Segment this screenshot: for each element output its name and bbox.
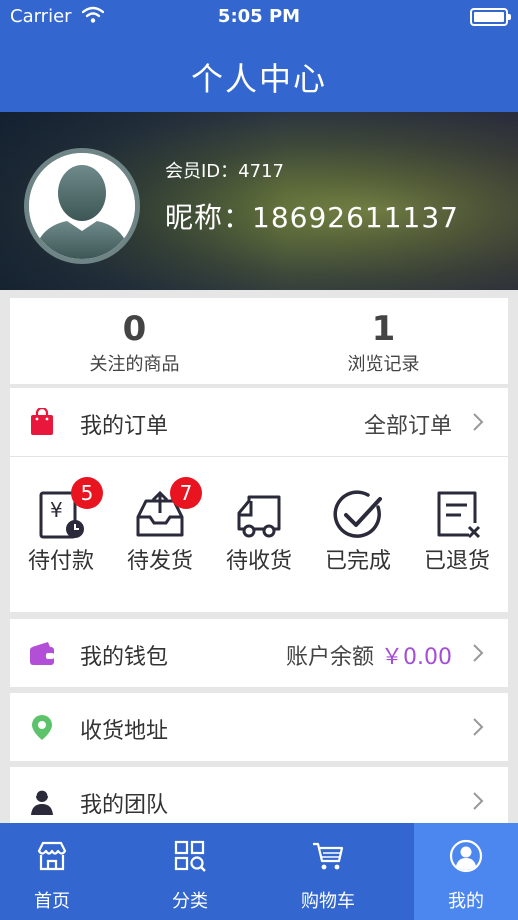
svg-text:¥: ¥	[50, 498, 63, 522]
badge-count: 5	[71, 477, 103, 509]
order-pending-receipt[interactable]: 待收货	[214, 487, 304, 575]
badge-count: 7	[170, 477, 202, 509]
order-pending-payment[interactable]: ¥ 5 待付款	[16, 477, 106, 575]
order-status-label: 待发货	[126, 549, 193, 574]
check-circle-icon	[333, 490, 382, 538]
tab-category[interactable]: 分类	[138, 823, 242, 920]
nickname: 昵称：18692611137	[165, 201, 459, 234]
tab-home[interactable]: 首页	[0, 823, 104, 920]
shipping-address-row[interactable]: 收货地址	[10, 693, 508, 761]
wallet-icon	[30, 642, 54, 665]
my-wallet-label: 我的钱包	[80, 645, 169, 670]
nav-bar: 个人中心	[0, 34, 518, 112]
location-pin-icon	[32, 715, 52, 740]
tab-mine[interactable]: 我的	[414, 823, 518, 920]
tab-bar: 首页 分类 购物车 我的	[0, 823, 518, 920]
default-avatar-icon	[29, 153, 135, 259]
tab-label: 购物车	[301, 891, 355, 912]
balance-amount: ￥0.00	[381, 645, 452, 670]
order-status-label: 待付款	[27, 549, 94, 574]
my-orders-label: 我的订单	[80, 414, 169, 439]
stat-history-label: 浏览记录	[347, 354, 420, 375]
tab-label: 分类	[172, 891, 208, 912]
stat-favorites-label: 关注的商品	[89, 354, 180, 375]
stats-panel: 0 关注的商品 1 浏览记录	[10, 298, 508, 384]
all-orders-link[interactable]: 全部订单	[364, 408, 452, 440]
shopping-bag-icon	[31, 408, 53, 435]
order-status-panel: ¥ 5 待付款 7 待发货 待收货 已完成 已退货	[10, 456, 508, 612]
stat-history[interactable]: 1 浏览记录	[259, 310, 508, 376]
battery-icon	[470, 8, 511, 26]
balance-label: 账户余额	[285, 645, 374, 670]
chevron-right-icon	[473, 792, 484, 810]
profile-header: 会员ID：4717 昵称：18692611137	[0, 112, 518, 290]
clock: 5:05 PM	[217, 6, 301, 27]
tab-cart[interactable]: 购物车	[276, 823, 380, 920]
chevron-right-icon	[473, 413, 484, 431]
category-icon	[174, 840, 206, 872]
order-status-label: 已退货	[423, 549, 490, 574]
member-id: 会员ID：4717	[165, 161, 284, 182]
order-status-label: 待收货	[225, 549, 292, 574]
stat-favorites[interactable]: 0 关注的商品	[10, 310, 259, 376]
balance-info: 账户余额 ￥0.00	[286, 639, 452, 671]
stat-favorites-count: 0	[122, 309, 147, 349]
chevron-right-icon	[473, 718, 484, 736]
order-completed[interactable]: 已完成	[313, 487, 403, 575]
cart-icon	[313, 842, 344, 870]
store-icon	[37, 841, 67, 871]
avatar[interactable]	[24, 148, 140, 264]
tab-label: 我的	[448, 891, 484, 912]
order-returned[interactable]: 已退货	[412, 487, 502, 575]
truck-icon	[237, 495, 281, 538]
tab-label: 首页	[34, 891, 70, 912]
status-bar: Carrier 5:05 PM	[0, 0, 518, 34]
my-orders-row[interactable]: 我的订单 全部订单	[10, 388, 508, 456]
user-icon	[449, 839, 483, 873]
returned-doc-icon	[437, 491, 481, 539]
order-status-label: 已完成	[324, 549, 391, 574]
team-icon	[31, 789, 53, 815]
order-pending-shipment[interactable]: 7 待发货	[115, 477, 205, 575]
page-title: 个人中心	[190, 60, 327, 98]
chevron-right-icon	[473, 644, 484, 662]
stat-history-count: 1	[371, 309, 396, 349]
my-team-label: 我的团队	[80, 793, 169, 818]
shipping-address-label: 收货地址	[80, 719, 169, 744]
my-wallet-row[interactable]: 我的钱包 账户余额 ￥0.00	[10, 619, 508, 687]
